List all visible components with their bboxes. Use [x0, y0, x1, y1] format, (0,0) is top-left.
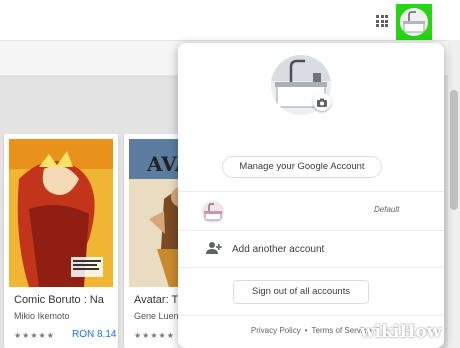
privacy-policy-link[interactable]: Privacy Policy	[251, 326, 301, 335]
camera-icon	[317, 98, 327, 107]
default-account-label: Default	[374, 205, 400, 214]
footer-separator: •	[304, 326, 308, 335]
book-rating: ★★★★★	[134, 331, 175, 340]
add-another-account[interactable]: Add another account	[232, 244, 324, 255]
page-scrollbar[interactable]	[448, 40, 460, 348]
divider	[178, 191, 444, 192]
watermark-wiki: wiki	[360, 322, 400, 342]
account-avatar-button[interactable]	[396, 4, 432, 40]
book-author[interactable]: Mikio Ikemoto	[14, 311, 70, 321]
book-rating: ★★★★★	[14, 331, 55, 340]
scrollbar-thumb[interactable]	[450, 90, 458, 210]
watermark-how: How	[399, 322, 442, 342]
book-title[interactable]: Avatar: Th	[134, 294, 184, 306]
change-photo-button[interactable]	[313, 93, 331, 111]
top-bar	[0, 0, 460, 40]
avatar	[400, 8, 428, 36]
book-card[interactable]: Comic Boruto : Na Mikio Ikemoto ★★★★★ RO…	[4, 134, 118, 348]
divider	[178, 230, 444, 231]
divider	[178, 267, 444, 268]
wikihow-watermark: wikiHow	[360, 322, 456, 344]
add-person-icon	[206, 242, 222, 254]
book-price[interactable]: RON 8.14	[72, 329, 116, 340]
divider	[178, 315, 444, 316]
manage-account-button[interactable]: Manage your Google Account	[222, 156, 382, 178]
sign-out-button[interactable]: Sign out of all accounts	[233, 280, 369, 304]
book-title[interactable]: Comic Boruto : Na	[14, 294, 104, 306]
book-cover-boruto[interactable]	[9, 139, 113, 287]
apps-grid-icon[interactable]	[376, 15, 388, 27]
account-avatar[interactable]	[202, 201, 224, 223]
account-menu: Manage your Google Account Default Add a…	[178, 43, 444, 348]
